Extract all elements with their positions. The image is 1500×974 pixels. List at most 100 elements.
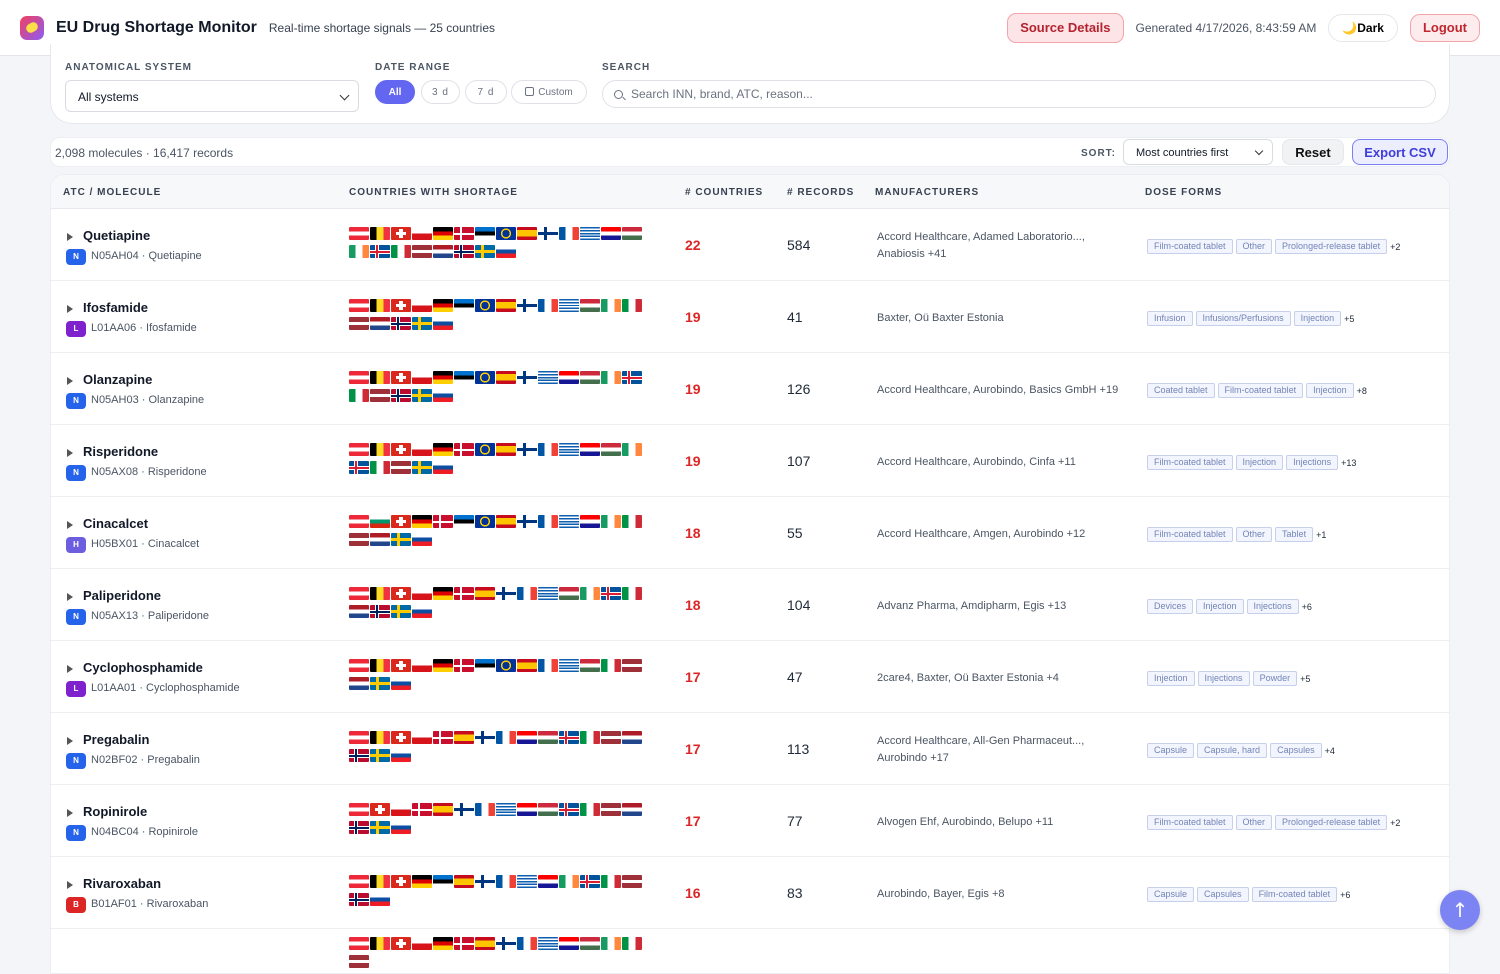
flag-fi-icon <box>475 731 495 744</box>
expand-caret-icon[interactable] <box>67 521 73 529</box>
expand-caret-icon[interactable] <box>67 665 73 673</box>
filter-panel: ANATOMICAL SYSTEM All systems DATE RANGE… <box>50 44 1450 124</box>
flag-hu-icon <box>580 659 600 672</box>
flag-ch-icon <box>391 227 411 240</box>
table-row[interactable]: Quetiapine N N05AH04 · Quetiapine 22 584 Acco… <box>51 209 1449 281</box>
logout-button[interactable]: Logout <box>1409 13 1480 42</box>
more-forms-count[interactable]: +2 <box>1390 242 1400 252</box>
search-box[interactable] <box>602 80 1436 108</box>
table-row[interactable]: Olanzapine N N05AH03 · Olanzapine 19 126 Acco… <box>51 353 1449 425</box>
expand-caret-icon[interactable] <box>67 881 73 889</box>
col-dose-forms[interactable]: DOSE FORMS <box>1145 187 1222 198</box>
dose-form-tag: Capsule, hard <box>1197 743 1268 759</box>
source-details-button[interactable]: Source Details <box>1007 12 1124 43</box>
scroll-top-button[interactable]: ↑ <box>1440 890 1480 930</box>
sort-select[interactable]: Most countries first <box>1123 139 1273 165</box>
col-num-countries[interactable]: # COUNTRIES <box>685 187 763 198</box>
flag-se-icon <box>370 677 390 690</box>
record-count: 77 <box>787 813 803 829</box>
record-count: 113 <box>787 741 810 757</box>
flag-at-icon <box>349 731 369 744</box>
table-row[interactable]: Paliperidone N N05AX13 · Paliperidone 18 104… <box>51 569 1449 641</box>
col-num-records[interactable]: # RECORDS <box>787 187 854 198</box>
search-input[interactable] <box>631 87 1421 101</box>
molecule-name: Pregabalin <box>83 732 150 747</box>
table-row[interactable]: Cinacalcet H H05BX01 · Cinacalcet 18 55 Accor… <box>51 497 1449 569</box>
system-select[interactable]: All systems <box>65 80 359 112</box>
flag-no-icon <box>391 317 411 330</box>
more-forms-count[interactable]: +5 <box>1300 674 1310 684</box>
table-row[interactable]: Ifosfamide L L01AA06 · Ifosfamide 19 41 Baxte… <box>51 281 1449 353</box>
flag-ie-icon <box>601 515 621 528</box>
more-forms-count[interactable]: +6 <box>1340 890 1350 900</box>
flag-bg-icon <box>370 515 390 528</box>
range-3d-button[interactable]: 3 d <box>421 80 460 104</box>
flag-gr-icon <box>496 803 516 816</box>
expand-caret-icon[interactable] <box>67 449 73 457</box>
flag-ch-icon <box>391 443 411 456</box>
flag-no-icon <box>391 389 411 402</box>
dose-form-tag: Other <box>1235 527 1273 543</box>
molecule-name: Paliperidone <box>83 588 162 603</box>
flag-de-icon <box>412 515 432 528</box>
export-csv-button[interactable]: Export CSV <box>1352 139 1448 165</box>
col-countries[interactable]: COUNTRIES WITH SHORTAGE <box>349 187 518 198</box>
expand-caret-icon[interactable] <box>67 809 73 817</box>
col-atc-molecule[interactable]: ATC / MOLECULE <box>63 187 161 198</box>
more-forms-count[interactable]: +2 <box>1390 818 1400 828</box>
table-row[interactable]: Pregabalin N N02BF02 · Pregabalin 17 113 Acco… <box>51 713 1449 785</box>
dark-mode-button[interactable]: 🌙Dark <box>1328 13 1398 42</box>
flag-hu-icon <box>580 299 600 312</box>
dose-form-tag: Powder <box>1252 671 1298 687</box>
flag-be-icon <box>370 731 390 744</box>
more-forms-count[interactable]: +8 <box>1357 386 1367 396</box>
flag-is-icon <box>622 371 642 384</box>
expand-caret-icon[interactable] <box>67 737 73 745</box>
country-flags <box>349 659 655 699</box>
flag-es-icon <box>496 299 516 312</box>
flag-dk-icon <box>433 515 453 528</box>
flag-se-icon <box>475 245 495 258</box>
flag-fi-icon <box>517 299 537 312</box>
flag-ee-icon <box>454 515 474 528</box>
table-row[interactable] <box>51 919 1449 973</box>
table-row[interactable]: Cyclophosphamide L L01AA01 · Cyclophospham… <box>51 641 1449 713</box>
reset-button[interactable]: Reset <box>1282 139 1344 165</box>
flag-fr-icon <box>475 803 495 816</box>
more-forms-count[interactable]: +6 <box>1302 602 1312 612</box>
more-forms-count[interactable]: +13 <box>1341 458 1356 468</box>
country-flags <box>349 371 655 411</box>
flag-ie-icon <box>601 937 621 950</box>
more-forms-count[interactable]: +5 <box>1344 314 1354 324</box>
flag-ie-icon <box>580 587 600 600</box>
flag-sk-icon <box>412 533 432 546</box>
atc-code: N04BC04 · Ropinirole <box>91 826 198 838</box>
expand-caret-icon[interactable] <box>67 377 73 385</box>
expand-caret-icon[interactable] <box>67 305 73 313</box>
expand-caret-icon[interactable] <box>67 233 73 241</box>
range-all-button[interactable]: All <box>375 80 415 104</box>
table-row[interactable]: Risperidone N N05AX08 · Risperidone 19 107 Ac… <box>51 425 1449 497</box>
dose-form-tag: Injections <box>1286 455 1339 471</box>
more-forms-count[interactable]: +4 <box>1325 746 1335 756</box>
flag-ch-icon <box>391 731 411 744</box>
flag-gr-icon <box>559 299 579 312</box>
molecule-name: Ropinirole <box>83 804 148 819</box>
flag-at-icon <box>349 299 369 312</box>
flag-lv-icon <box>622 659 642 672</box>
flag-ie-icon <box>622 443 642 456</box>
expand-caret-icon[interactable] <box>67 593 73 601</box>
more-forms-count[interactable]: +1 <box>1316 530 1326 540</box>
range-7d-button[interactable]: 7 d <box>465 80 507 104</box>
flag-ee-icon <box>433 875 453 888</box>
table-row[interactable]: Ropinirole N N04BC04 · Ropinirole 17 77 Alvog… <box>51 785 1449 857</box>
flag-lv-icon <box>601 731 621 744</box>
range-custom-button[interactable]: Custom <box>511 80 587 104</box>
col-manufacturers[interactable]: MANUFACTURERS <box>875 187 979 198</box>
atc-code: N05AX13 · Paliperidone <box>91 610 210 622</box>
flag-sk-icon <box>391 821 411 834</box>
flag-hu-icon <box>538 731 558 744</box>
flag-ch-icon <box>391 875 411 888</box>
flag-fr-icon <box>538 299 558 312</box>
flag-fr-icon <box>538 515 558 528</box>
